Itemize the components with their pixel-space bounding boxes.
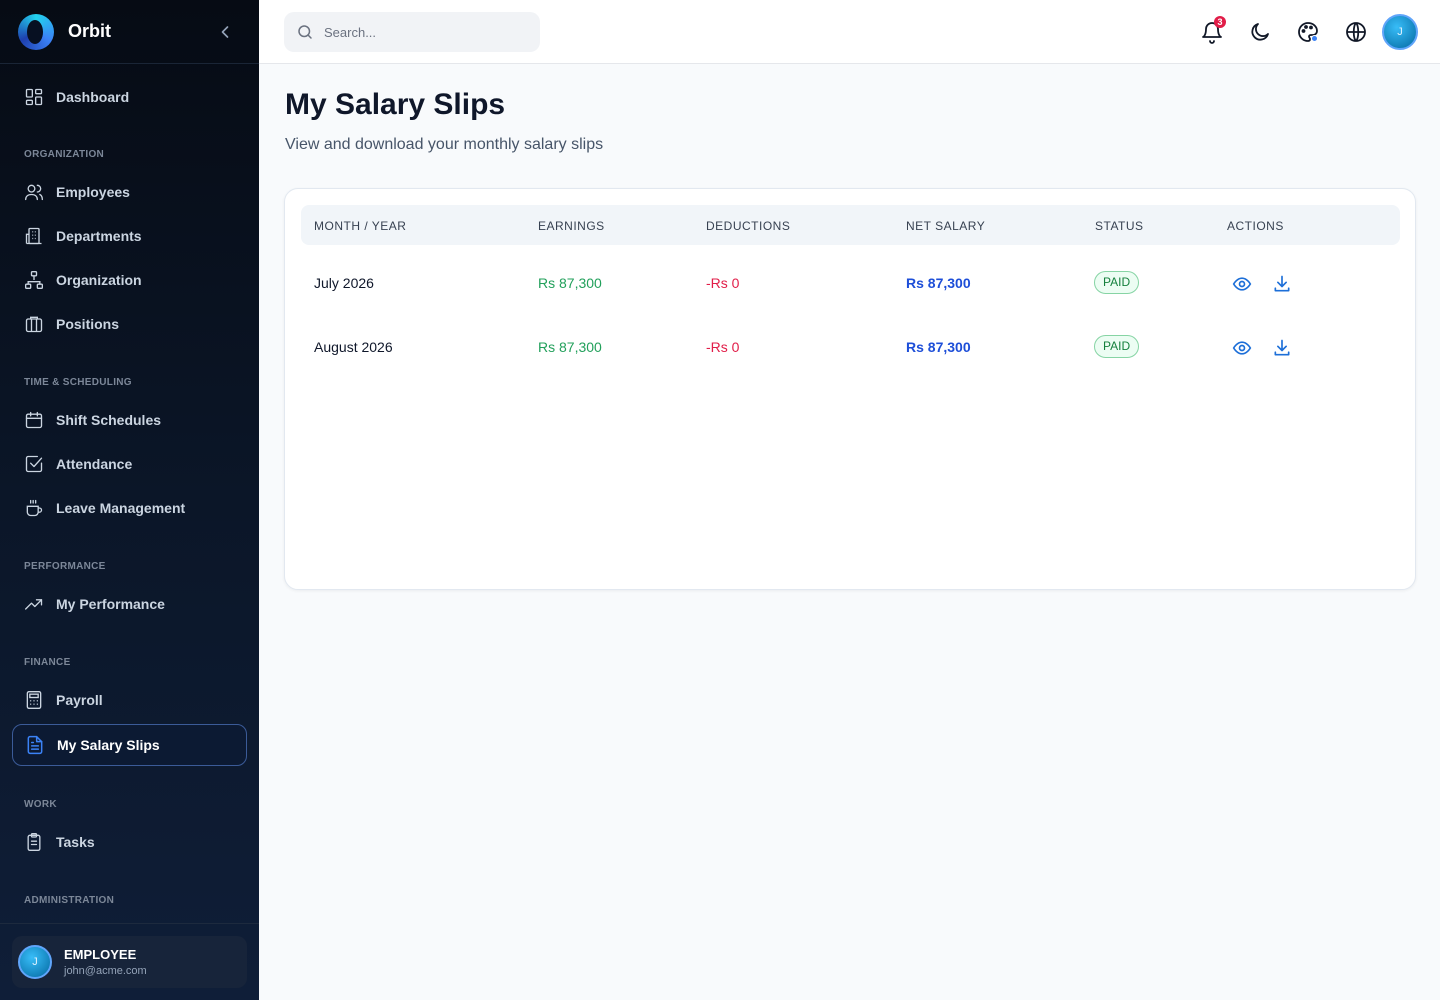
sidebar-item-dashboard[interactable]: Dashboard: [12, 76, 247, 118]
sidebar-item-attendance[interactable]: Attendance: [12, 443, 247, 485]
search-icon: [298, 25, 312, 39]
status-badge: PAID: [1094, 335, 1140, 358]
column-header-earnings: EARNINGS: [538, 219, 605, 233]
table-header: MONTH / YEAR EARNINGS DEDUCTIONS NET SAL…: [301, 205, 1400, 245]
section-finance: FINANCE: [24, 657, 71, 668]
sidebar-item-label: My Salary Slips: [57, 737, 160, 753]
sidebar-item-label: Employees: [56, 184, 130, 200]
sidebar-item-positions[interactable]: Positions: [12, 303, 247, 345]
theme-toggle-button[interactable]: [1248, 20, 1272, 44]
notification-count-badge: 3: [1214, 16, 1226, 28]
sidebar-divider: [0, 923, 259, 924]
user-email: john@acme.com: [64, 965, 147, 977]
user-role: EMPLOYEE: [64, 947, 137, 962]
cell-deductions: -Rs 0: [706, 339, 740, 355]
sidebar-item-label: Attendance: [56, 456, 133, 472]
briefcase-icon: [25, 316, 43, 333]
calendar-icon: [25, 411, 43, 429]
cell-net-salary: Rs 87,300: [906, 275, 971, 291]
brand: Orbit: [0, 0, 259, 64]
moon-icon: [1251, 23, 1269, 41]
sidebar-item-shift-schedules[interactable]: Shift Schedules: [12, 399, 247, 441]
column-header-status: STATUS: [1095, 219, 1144, 233]
user-card[interactable]: J EMPLOYEE john@acme.com: [12, 936, 247, 988]
page-subtitle: View and download your monthly salary sl…: [285, 136, 604, 153]
search-box[interactable]: [284, 12, 540, 52]
sidebar-item-label: Positions: [56, 316, 120, 332]
user-avatar-button[interactable]: J: [1382, 14, 1418, 50]
sidebar-item-my-performance[interactable]: My Performance: [12, 583, 247, 625]
eye-icon: [1232, 277, 1252, 291]
sidebar-item-my-salary-slips[interactable]: My Salary Slips: [12, 724, 247, 766]
sidebar-item-payroll[interactable]: Payroll: [12, 679, 247, 721]
cell-earnings: Rs 87,300: [538, 339, 602, 355]
download-icon: [1274, 339, 1290, 356]
coffee-icon: [26, 499, 43, 517]
sidebar-item-label: My Performance: [56, 596, 165, 612]
download-slip-button[interactable]: [1272, 274, 1292, 294]
view-slip-button[interactable]: [1232, 274, 1252, 294]
sidebar-item-label: Departments: [56, 228, 142, 244]
cell-net-salary: Rs 87,300: [906, 339, 971, 355]
cell-earnings: Rs 87,300: [538, 275, 602, 291]
page-title: My Salary Slips: [285, 88, 506, 121]
sidebar-item-label: Shift Schedules: [56, 412, 162, 428]
sidebar-item-organization[interactable]: Organization: [12, 259, 247, 301]
section-time-scheduling: TIME & SCHEDULING: [24, 377, 132, 388]
sidebar-item-label: Tasks: [56, 834, 95, 850]
sidebar-item-employees[interactable]: Employees: [12, 171, 247, 213]
cell-month: August 2026: [314, 339, 393, 355]
collapse-sidebar-chevron-left-icon[interactable]: [215, 22, 235, 42]
table-row: August 2026 Rs 87,300 -Rs 0 Rs 87,300 PA…: [301, 314, 1400, 378]
sidebar-item-leave-management[interactable]: Leave Management: [12, 487, 247, 529]
column-header-month: MONTH / YEAR: [314, 219, 407, 233]
section-work: WORK: [24, 799, 57, 810]
globe-icon: [1346, 22, 1366, 42]
notifications-button[interactable]: 3: [1200, 16, 1226, 44]
cell-month: July 2026: [314, 275, 374, 291]
download-slip-button[interactable]: [1272, 338, 1292, 358]
table-row: July 2026 Rs 87,300 -Rs 0 Rs 87,300 PAID: [301, 250, 1400, 314]
language-button[interactable]: [1344, 20, 1368, 44]
palette-button[interactable]: [1296, 20, 1320, 44]
clipboard-icon: [27, 833, 41, 851]
column-header-actions: ACTIONS: [1227, 219, 1284, 233]
trending-up-icon: [25, 599, 43, 610]
eye-icon: [1232, 341, 1252, 355]
sidebar-item-label: Leave Management: [56, 500, 186, 516]
section-performance: PERFORMANCE: [24, 561, 106, 572]
file-text-icon: [27, 735, 43, 755]
avatar: J: [18, 945, 52, 979]
topbar: 3 J: [259, 0, 1440, 64]
download-icon: [1274, 275, 1290, 292]
column-header-net-salary: NET SALARY: [906, 219, 986, 233]
users-icon: [25, 184, 43, 201]
check-square-icon: [25, 455, 43, 473]
sidebar: Orbit Dashboard ORGANIZATION Employees D…: [0, 0, 259, 1000]
brand-name: Orbit: [68, 21, 111, 41]
sidebar-item-label: Payroll: [56, 692, 103, 708]
sidebar-item-departments[interactable]: Departments: [12, 215, 247, 257]
search-input[interactable]: [324, 24, 524, 40]
org-chart-icon: [25, 271, 43, 289]
view-slip-button[interactable]: [1232, 338, 1252, 358]
user-meta: EMPLOYEE john@acme.com: [64, 947, 147, 977]
column-header-deductions: DEDUCTIONS: [706, 219, 791, 233]
dashboard-grid-icon: [25, 88, 43, 106]
calculator-icon: [26, 691, 42, 709]
sidebar-item-label: Dashboard: [56, 89, 130, 105]
sidebar-item-label: Organization: [56, 272, 142, 288]
building-icon: [25, 227, 42, 245]
palette-indicator-dot: [1311, 35, 1318, 42]
section-organization: ORGANIZATION: [24, 149, 105, 160]
salary-slips-card: MONTH / YEAR EARNINGS DEDUCTIONS NET SAL…: [284, 188, 1416, 590]
section-administration: ADMINISTRATION: [24, 895, 115, 906]
status-badge: PAID: [1094, 271, 1140, 294]
cell-deductions: -Rs 0: [706, 275, 740, 291]
sidebar-item-tasks[interactable]: Tasks: [12, 821, 247, 863]
orbit-logo-icon: [18, 13, 54, 50]
